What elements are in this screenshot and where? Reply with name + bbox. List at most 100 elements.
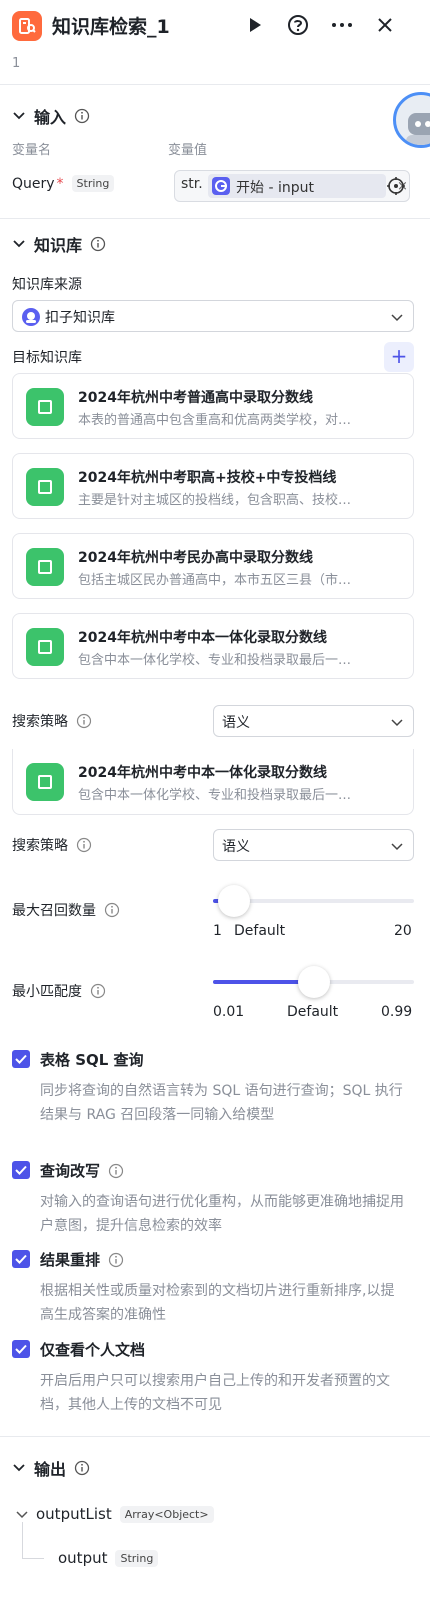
- table-icon: [26, 763, 64, 801]
- personal-docs-title: 仅查看个人文档: [40, 1339, 145, 1360]
- output-section-header[interactable]: 输出: [12, 1456, 90, 1480]
- option-title: 表格 SQL 查询: [40, 1051, 144, 1069]
- info-icon[interactable]: [108, 1163, 124, 1179]
- run-icon[interactable]: [242, 12, 268, 38]
- output-section-title: 输出: [34, 1460, 67, 1479]
- table-icon: [26, 468, 64, 506]
- chevron-down-icon: [391, 719, 403, 727]
- query-var-row: Query * String: [12, 175, 115, 192]
- close-icon[interactable]: [372, 12, 398, 38]
- info-icon[interactable]: [74, 1460, 90, 1476]
- info-icon[interactable]: [74, 108, 90, 124]
- output-list-type: Array<Object>: [119, 1505, 214, 1523]
- search-strategy-label: 搜索策略: [12, 711, 92, 731]
- sql-query-checkbox[interactable]: [12, 1050, 30, 1068]
- slider-min: 1: [213, 923, 222, 939]
- personal-docs-checkbox[interactable]: [12, 1340, 30, 1358]
- max-recall-label: 最大召回数量: [12, 900, 120, 920]
- slider-thumb[interactable]: [297, 966, 330, 998]
- max-recall-text: 最大召回数量: [12, 903, 96, 919]
- search-strategy-value: 语义: [222, 839, 250, 855]
- kb-title: 2024年杭州中考中本一体化录取分数线: [78, 630, 327, 646]
- search-strategy-select[interactable]: 语义: [213, 705, 414, 737]
- chevron-down-icon: [391, 314, 403, 322]
- kb-card[interactable]: 2024年杭州中考中本一体化录取分数线 包含中本一体化学校、专业和投档录取最后一…: [12, 613, 414, 679]
- kb-source-label: 知识库来源: [12, 277, 82, 293]
- option-title: 结果重排: [40, 1251, 101, 1269]
- avatar[interactable]: [393, 92, 430, 148]
- query-rewrite-desc: 对输入的查询语句进行优化重构，从而能够更准确地捕捉用户意图，提升信息检索的效率: [40, 1194, 404, 1234]
- kb-source-select[interactable]: 扣子知识库: [12, 300, 414, 332]
- option-title: 查询改写: [40, 1162, 101, 1180]
- rerank-desc: 根据相关性或质量对检索到的文档切片进行重新排序,以提高生成答案的准确性: [40, 1283, 395, 1323]
- var-ref-field[interactable]: str. 开始 - input ×: [174, 170, 410, 202]
- kb-title: 2024年杭州中考中本一体化录取分数线: [78, 765, 327, 781]
- kb-title: 2024年杭州中考普通高中录取分数线: [78, 390, 313, 406]
- min-match-slider[interactable]: [213, 966, 414, 998]
- help-icon[interactable]: [285, 12, 311, 38]
- knowledge-section-title: 知识库: [34, 236, 83, 255]
- info-icon[interactable]: [76, 713, 92, 729]
- info-icon[interactable]: [104, 902, 120, 918]
- chevron-down-icon: [13, 240, 25, 248]
- chevron-down-icon[interactable]: [16, 1508, 28, 1520]
- sql-query-title: 表格 SQL 查询: [40, 1049, 144, 1070]
- divider: [0, 84, 430, 85]
- more-icon[interactable]: [329, 12, 355, 38]
- min-match-text: 最小匹配度: [12, 984, 82, 1000]
- col-name-label: 变量名: [12, 143, 52, 158]
- output-child-row: output String: [58, 1549, 159, 1567]
- node-title[interactable]: 知识库检索_1: [52, 12, 170, 39]
- ref-chip[interactable]: 开始 - input ×: [208, 174, 408, 198]
- slider-thumb[interactable]: [218, 885, 251, 917]
- divider: [0, 1436, 430, 1437]
- kb-card[interactable]: 2024年杭州中考职高+技校+中专投档线 主要是针对主城区的投档线，包含职高、技…: [12, 453, 414, 519]
- kb-desc: 包含中本一体化学校、专业和投档录取最后一…: [78, 788, 352, 803]
- query-rewrite-checkbox[interactable]: [12, 1161, 30, 1179]
- knowledge-section-header[interactable]: 知识库: [12, 232, 106, 256]
- search-strategy-label: 搜索策略: [12, 835, 92, 855]
- kb-desc: 包括主城区民办普通高中，本市五区三县（市…: [78, 573, 352, 588]
- kb-card[interactable]: 2024年杭州中考民办高中录取分数线 包括主城区民办普通高中，本市五区三县（市…: [12, 533, 414, 599]
- table-icon: [26, 628, 64, 666]
- output-list-row[interactable]: outputList Array<Object>: [16, 1505, 214, 1523]
- tree-connector: [22, 1558, 44, 1559]
- info-icon[interactable]: [90, 983, 106, 999]
- input-section-header[interactable]: 输入: [12, 104, 90, 128]
- check-icon: [15, 1054, 27, 1064]
- check-icon: [15, 1344, 27, 1354]
- kb-card[interactable]: 2024年杭州中考普通高中录取分数线 本表的普通高中包含重高和优高两类学校，对…: [12, 373, 414, 439]
- slider-max: 0.99: [381, 1004, 413, 1020]
- min-match-label: 最小匹配度: [12, 981, 106, 1001]
- add-kb-button[interactable]: +: [384, 342, 414, 372]
- divider: [0, 218, 430, 219]
- chevron-down-icon: [13, 112, 25, 120]
- target-kb-label: 目标知识库: [12, 350, 82, 366]
- kb-title: 2024年杭州中考民办高中录取分数线: [78, 550, 313, 566]
- kb-card-overlay[interactable]: 2024年杭州中考中本一体化录取分数线 包含中本一体化学校、专业和投档录取最后一…: [12, 749, 414, 815]
- slider-min: 0.01: [213, 1004, 245, 1020]
- check-icon: [15, 1165, 27, 1175]
- app-logo: [12, 11, 42, 41]
- node-header: 知识库检索_1: [0, 0, 430, 52]
- kb-source-value: 扣子知识库: [45, 310, 115, 326]
- kb-title: 2024年杭州中考职高+技校+中专投档线: [78, 470, 337, 486]
- ref-type-prefix: str.: [181, 176, 203, 192]
- target-icon[interactable]: [387, 177, 405, 195]
- info-icon[interactable]: [108, 1252, 124, 1268]
- table-icon: [26, 388, 64, 426]
- coze-kb-icon: [22, 308, 40, 326]
- output-child-type: String: [115, 1549, 159, 1567]
- search-strategy-value: 语义: [222, 715, 250, 731]
- info-icon[interactable]: [90, 236, 106, 252]
- check-icon: [15, 1254, 27, 1264]
- rerank-title: 结果重排: [40, 1249, 124, 1270]
- option-title: 仅查看个人文档: [40, 1341, 146, 1359]
- search-strategy-select[interactable]: 语义: [213, 829, 414, 861]
- rerank-checkbox[interactable]: [12, 1250, 30, 1268]
- search-strategy-text: 搜索策略: [12, 714, 68, 730]
- info-icon[interactable]: [76, 837, 92, 853]
- max-recall-slider[interactable]: [213, 885, 414, 917]
- chevron-down-icon: [391, 843, 403, 851]
- slider-default: Default: [287, 1004, 339, 1020]
